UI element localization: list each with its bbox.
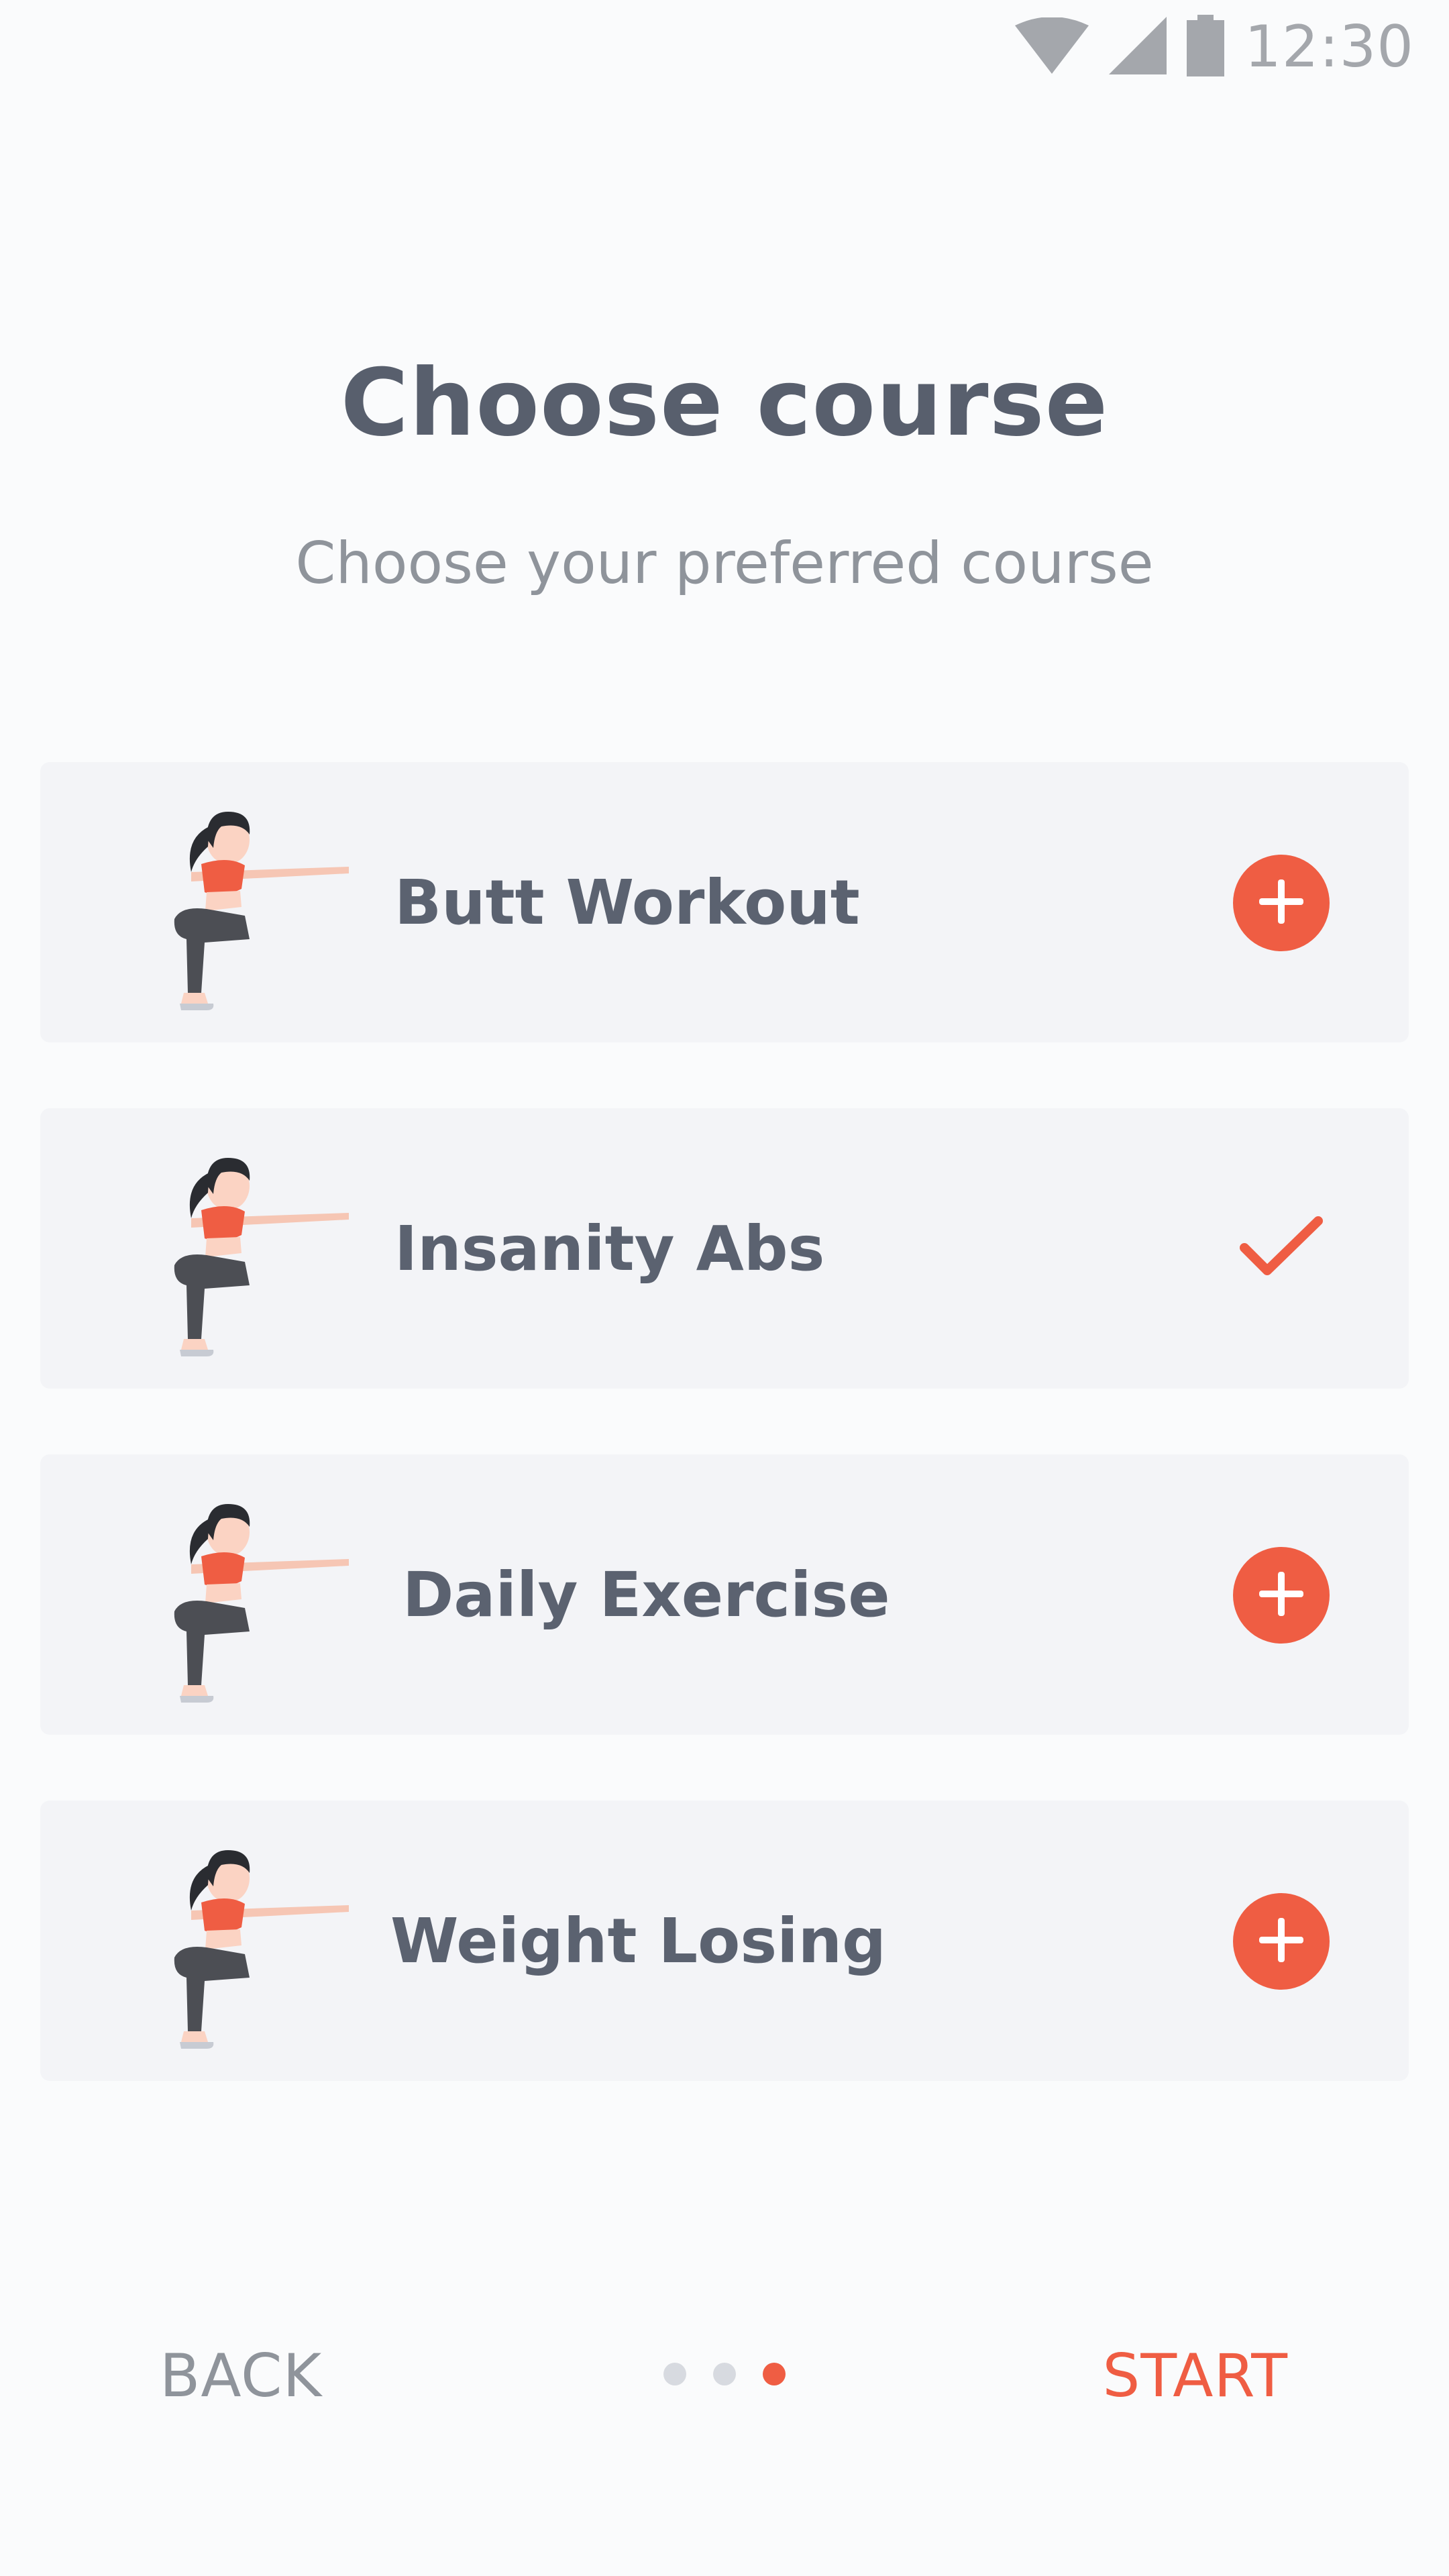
course-label: Weight Losing: [390, 1904, 886, 1977]
status-bar: 12:30: [0, 0, 1449, 94]
squat-figure-icon: [127, 1484, 382, 1705]
plus-icon: [1256, 877, 1306, 930]
add-course-button[interactable]: [1233, 855, 1330, 951]
bottom-navigation: BACK START: [0, 2321, 1449, 2428]
page-indicator-dot: [663, 2363, 686, 2385]
squat-figure-icon: [127, 1138, 382, 1359]
page-indicator-dot: [713, 2363, 736, 2385]
course-label: Insanity Abs: [394, 1212, 825, 1285]
course-label: Daily Exercise: [402, 1558, 890, 1631]
add-course-button[interactable]: [1233, 1893, 1330, 1990]
course-label: Butt Workout: [394, 866, 860, 938]
add-course-button[interactable]: [1233, 1547, 1330, 1644]
squat-figure-icon: [127, 1830, 382, 2051]
page-title: Choose course: [340, 349, 1109, 457]
course-card-insanity-abs[interactable]: Insanity Abs: [40, 1108, 1409, 1389]
course-card-daily-exercise[interactable]: Daily Exercise: [40, 1454, 1409, 1735]
plus-icon: [1256, 1569, 1306, 1622]
page-subtitle: Choose your preferred course: [295, 530, 1154, 597]
wifi-icon: [1015, 16, 1089, 77]
plus-icon: [1256, 1915, 1306, 1968]
course-card-butt-workout[interactable]: Butt Workout: [40, 762, 1409, 1042]
checkmark-icon: [1238, 1214, 1325, 1285]
battery-icon: [1187, 14, 1225, 80]
squat-figure-icon: [127, 792, 382, 1013]
cellular-signal-icon: [1109, 16, 1167, 78]
start-button[interactable]: START: [1103, 2341, 1288, 2410]
status-icons: 12:30: [1015, 13, 1414, 80]
course-card-weight-losing[interactable]: Weight Losing: [40, 1801, 1409, 2081]
page-indicator-dot-active: [763, 2363, 786, 2385]
status-time: 12:30: [1244, 13, 1414, 80]
selected-course-button[interactable]: [1233, 1201, 1330, 1297]
